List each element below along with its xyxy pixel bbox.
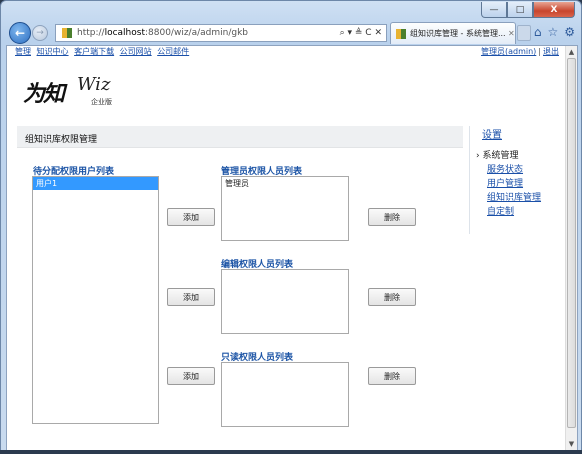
home-icon[interactable]: ⌂ [534, 25, 542, 39]
sidebar-item-group-kb[interactable]: 组知识库管理 [487, 190, 541, 203]
list-item[interactable]: 用户1 [33, 177, 158, 190]
vertical-scrollbar[interactable]: ▲ ▼ [565, 46, 577, 450]
logo-chinese: 为知 [23, 81, 65, 107]
address-actions-icon[interactable]: ⌕ ▾ ≜ C ✕ [340, 28, 386, 38]
window-controls: — □ X [481, 2, 575, 18]
remove-admin-button[interactable]: 删除 [368, 208, 416, 226]
gear-icon[interactable]: ⚙ [564, 25, 575, 39]
top-link-download[interactable]: 客户端下载 [74, 47, 114, 56]
top-link-admin[interactable]: 管理 [15, 47, 31, 56]
wiz-logo: 为知 Wiz 企业版 [21, 74, 133, 110]
site-favicon-icon [62, 28, 72, 38]
add-edit-button[interactable]: 添加 [167, 288, 215, 306]
sidebar-item-customize[interactable]: 自定制 [487, 204, 514, 217]
page-viewport: 管理 知识中心 客户端下载 公司网站 公司邮件 管理员(admin) | 退出 为知… [6, 45, 578, 451]
url-host: localhost [104, 28, 145, 38]
minimize-button[interactable]: — [481, 2, 507, 18]
user-links: 管理员(admin) | 退出 [481, 46, 559, 57]
back-button[interactable]: ← [9, 22, 31, 44]
list-item[interactable]: 管理员 [222, 177, 348, 190]
tab-close-icon[interactable]: ✕ [508, 29, 515, 38]
remove-read-button[interactable]: 删除 [368, 367, 416, 385]
page-title: 组知识库权限管理 [25, 135, 98, 145]
sidebar-item-user-management[interactable]: 用户管理 [487, 176, 523, 189]
browser-window: — □ X ← → http://localhost:8800/wiz/a/ad… [0, 0, 582, 454]
top-link-knowledge[interactable]: 知识中心 [37, 47, 69, 56]
user-links-separator: | [538, 47, 541, 56]
address-url[interactable]: http://localhost:8800/wiz/a/admin/gkb [77, 28, 340, 38]
remove-edit-button[interactable]: 删除 [368, 288, 416, 306]
close-window-button[interactable]: X [533, 2, 575, 18]
system-admin-section: › 系统管理 [476, 151, 519, 161]
url-prefix: http:// [77, 28, 105, 38]
read-users-listbox[interactable] [221, 362, 349, 427]
scroll-up-icon[interactable]: ▲ [566, 46, 577, 58]
settings-sidebar: 设置 › 系统管理 服务状态 用户管理 组知识库管理 自定制 [469, 126, 563, 234]
tab-title: 组知识库管理 - 系统管理... [410, 29, 506, 38]
scrollbar-thumb[interactable] [567, 58, 576, 428]
scroll-down-icon[interactable]: ▼ [566, 438, 577, 450]
add-read-button[interactable]: 添加 [167, 367, 215, 385]
tab-favicon-icon [396, 28, 406, 39]
logo-subtitle: 企业版 [91, 98, 112, 106]
browser-tools: ⌂ ☆ ⚙ [534, 25, 575, 39]
edit-users-listbox[interactable] [221, 269, 349, 334]
logo-english: Wiz [77, 74, 111, 95]
browser-tab[interactable]: 组知识库管理 - 系统管理... ✕ [390, 22, 516, 44]
address-bar[interactable]: http://localhost:8800/wiz/a/admin/gkb ⌕ … [55, 24, 387, 42]
url-path: :8800/wiz/a/admin/gkb [144, 28, 248, 38]
panel-header: 组知识库权限管理 [17, 126, 463, 148]
new-tab-button[interactable] [517, 25, 531, 41]
top-link-mail[interactable]: 公司邮件 [157, 47, 189, 56]
admin-users-listbox[interactable]: 管理员 [221, 176, 349, 241]
forward-button[interactable]: → [32, 25, 48, 41]
add-admin-button[interactable]: 添加 [167, 208, 215, 226]
navigation-bar: ← → http://localhost:8800/wiz/a/admin/gk… [5, 21, 579, 45]
star-icon[interactable]: ☆ [547, 25, 558, 39]
desktop-edge [0, 450, 582, 454]
sidebar-item-service-status[interactable]: 服务状态 [487, 162, 523, 175]
pending-users-listbox[interactable]: 用户1 [32, 176, 159, 424]
top-link-website[interactable]: 公司网站 [120, 47, 152, 56]
user-name-link[interactable]: 管理员(admin) [481, 47, 536, 56]
logout-link[interactable]: 退出 [543, 47, 559, 56]
maximize-button[interactable]: □ [507, 2, 533, 18]
top-nav-links: 管理 知识中心 客户端下载 公司网站 公司邮件 [15, 46, 192, 57]
settings-link[interactable]: 设置 [482, 126, 502, 141]
